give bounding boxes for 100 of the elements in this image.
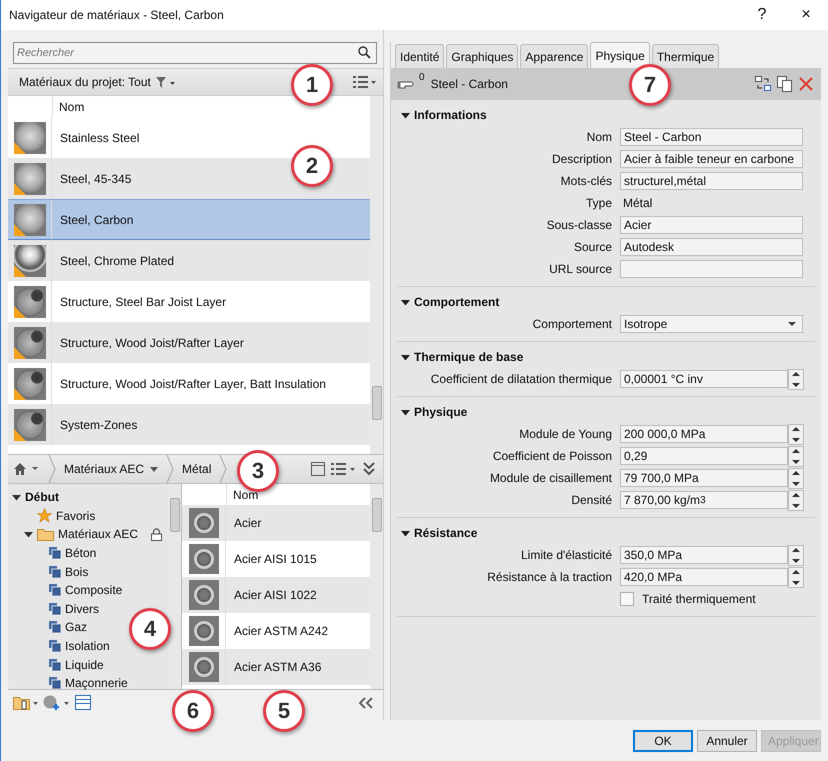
dialog-button[interactable]: Annuler <box>697 730 757 752</box>
add-material-icon[interactable] <box>43 694 71 710</box>
property-value: Métal <box>622 196 652 210</box>
column-header: Nom <box>58 99 84 116</box>
property-label: Source <box>572 240 613 254</box>
material-thumbnail <box>14 162 46 194</box>
checkbox-label: Traité thermiquement <box>642 592 756 606</box>
material-row[interactable]: System-Zones <box>8 404 370 445</box>
dialog-button[interactable]: OK <box>633 730 693 752</box>
checkbox[interactable] <box>620 592 634 606</box>
search-icon <box>358 46 371 59</box>
category-icon <box>49 566 61 578</box>
property-label: Mots-clés <box>560 174 613 188</box>
property-label: Limite d'élasticité <box>520 548 613 562</box>
material-thumbnail <box>14 326 46 358</box>
collapse-left-icon[interactable] <box>359 696 373 708</box>
expand-arrow-icon[interactable] <box>401 110 410 120</box>
spinner-icon[interactable] <box>788 424 804 444</box>
text-field[interactable]: Acier <box>620 216 803 234</box>
breadcrumb-item[interactable]: Matériaux AEC <box>64 462 144 476</box>
property-label: Module de cisaillement <box>488 471 613 485</box>
breadcrumb-item[interactable]: Métal <box>182 462 212 476</box>
tree-item[interactable]: Matériaux AEC <box>58 527 138 542</box>
spinner-icon[interactable] <box>788 368 804 390</box>
category-icon <box>49 621 61 634</box>
material-thumbnail <box>14 286 46 318</box>
dropdown-caret-icon[interactable] <box>150 466 158 472</box>
library-material-row[interactable]: Acier <box>182 505 370 541</box>
number-field[interactable]: 0,29 <box>620 447 788 465</box>
material-thumbnail <box>14 122 46 154</box>
panel-view-icon[interactable] <box>311 462 325 476</box>
number-field[interactable]: 200 000,0 MPa <box>620 425 788 443</box>
library-material-row[interactable]: Acier AISI 1022 <box>182 577 370 613</box>
scrollbar[interactable] <box>370 484 383 689</box>
expand-arrow-icon[interactable] <box>401 408 410 416</box>
expand-arrow-icon[interactable] <box>24 530 33 539</box>
chevron-icon <box>219 455 228 483</box>
expand-down-icon[interactable] <box>363 462 375 476</box>
text-field[interactable]: structurel,métal <box>620 172 803 190</box>
list-view-icon[interactable] <box>353 76 377 88</box>
expand-arrow-icon[interactable] <box>401 528 410 538</box>
filter-label: Matériaux du projet: Tout <box>19 75 151 89</box>
property-label: Résistance à la traction <box>486 570 613 584</box>
help-button[interactable]: ? <box>740 0 784 30</box>
close-button[interactable]: × <box>784 0 828 30</box>
tree-item[interactable]: Liquide <box>65 658 104 672</box>
editor-tab[interactable]: Identité <box>395 44 444 68</box>
property-label: Type <box>584 196 613 210</box>
expand-arrow-icon[interactable] <box>12 492 21 502</box>
tree-item[interactable]: Isolation <box>65 639 110 654</box>
tree-item[interactable]: Gaz <box>65 620 88 634</box>
tree-item[interactable]: Maçonnerie <box>65 676 128 690</box>
spinner-icon[interactable] <box>788 490 804 510</box>
tree-item[interactable]: Favoris <box>56 508 96 523</box>
list-view-icon[interactable] <box>331 463 357 475</box>
replace-asset-icon[interactable] <box>755 76 771 92</box>
section-title: Informations <box>414 108 487 122</box>
material-row[interactable]: Structure, Wood Joist/Rafter Layer <box>8 322 370 363</box>
editor-tab[interactable]: Thermique <box>652 44 720 68</box>
tree-item[interactable]: Bois <box>65 564 88 579</box>
material-thumbnail <box>14 244 46 276</box>
text-field[interactable]: Steel - Carbon <box>620 128 803 146</box>
tree-item[interactable]: Béton <box>65 546 96 560</box>
scrollbar[interactable] <box>370 96 383 454</box>
spinner-icon[interactable] <box>788 566 804 588</box>
expand-arrow-icon[interactable] <box>401 352 410 362</box>
spinner-icon[interactable] <box>788 544 804 566</box>
material-row[interactable]: Steel, Carbon <box>8 199 370 240</box>
section-title: Résistance <box>414 526 478 540</box>
text-field[interactable]: Acier à faible teneur en carbone <box>620 150 803 168</box>
editor-tab[interactable]: Graphiques <box>446 44 518 68</box>
home-icon[interactable] <box>14 463 40 475</box>
property-label: Module de Young <box>518 427 613 441</box>
editor-tab[interactable]: Physique <box>590 42 650 68</box>
duplicate-icon[interactable] <box>777 76 793 92</box>
spinner-icon[interactable] <box>788 468 804 488</box>
filter-dropdown-icon[interactable] <box>156 76 176 88</box>
tree-item[interactable]: Composite <box>65 583 122 598</box>
dropdown[interactable]: Isotrope <box>620 315 803 333</box>
spinner-icon[interactable] <box>788 446 804 466</box>
library-material-row[interactable]: Acier ASTM A36 <box>182 649 370 685</box>
delete-icon[interactable] <box>799 77 813 91</box>
expand-arrow-icon[interactable] <box>401 298 410 306</box>
material-thumbnail <box>188 616 218 646</box>
number-field[interactable]: 420,0 MPa <box>620 568 788 586</box>
text-field[interactable] <box>620 260 803 278</box>
material-thumbnail <box>188 580 218 610</box>
material-row[interactable]: Steel, Chrome Plated <box>8 240 370 281</box>
tree-item[interactable]: Divers <box>65 602 100 616</box>
panel-toggle-icon[interactable] <box>75 695 91 710</box>
editor-tab[interactable]: Apparence <box>520 44 588 68</box>
tree-item[interactable]: Début <box>25 490 59 504</box>
property-label: URL source <box>548 262 613 276</box>
number-field[interactable]: 79 700,0 MPa <box>620 469 788 487</box>
property-label: Coefficient de Poisson <box>492 449 613 463</box>
search-field[interactable]: Rechercher <box>13 42 377 64</box>
number-field[interactable]: 0,00001 °C inv <box>620 370 788 388</box>
number-field[interactable]: 350,0 MPa <box>620 546 788 564</box>
library-folder-icon[interactable] <box>13 694 39 710</box>
text-field[interactable]: Autodesk <box>620 238 803 256</box>
